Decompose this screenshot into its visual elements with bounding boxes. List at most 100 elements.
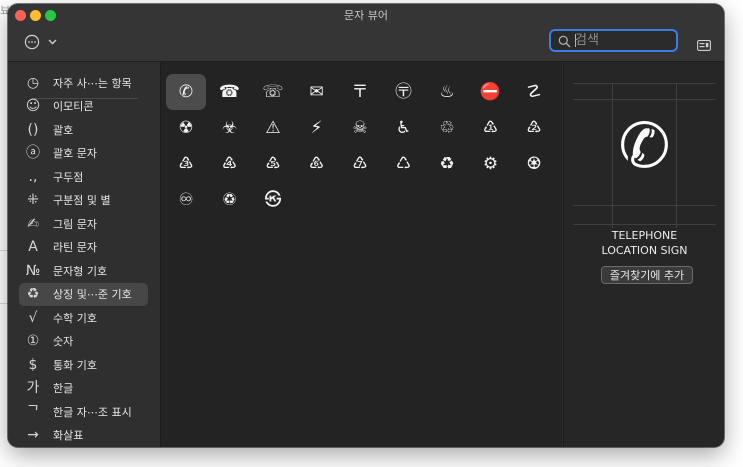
glyph-cell[interactable]: ♸: [297, 146, 337, 182]
glyph-cell[interactable]: ☣: [210, 110, 250, 146]
action-menu-button[interactable]: [24, 33, 57, 51]
glyph-cell[interactable]: 〒: [340, 74, 380, 110]
glyph-cell[interactable]: ♳: [471, 110, 511, 146]
sidebar-item-label: 숫자: [53, 335, 74, 348]
glyph-cell[interactable]: ♴: [514, 110, 554, 146]
sidebar-item[interactable]: ⓐ 괄호 문자: [19, 142, 148, 165]
glyph-cell[interactable]: ♹: [340, 146, 380, 182]
keyboard-list-icon: [697, 40, 711, 51]
writing-hand-icon: ✍: [27, 215, 39, 232]
sidebar-item[interactable]: ., 구두점: [19, 165, 148, 188]
glyph-guide-line: [573, 83, 716, 84]
character-name-line: LOCATION SIGN: [601, 244, 688, 257]
smiley-icon: ☺: [25, 98, 41, 114]
sidebar-item-label: 화살표: [53, 429, 84, 442]
arrow-right-icon: →: [27, 427, 39, 443]
glyph-cell[interactable]: ♼: [514, 146, 554, 182]
search-field[interactable]: [549, 29, 678, 52]
sidebar-item-label: 구두점: [53, 170, 84, 184]
sidebar-item[interactable]: ✍ 그림 문자: [19, 212, 148, 235]
character-grid: ✆ ☎ ☏ ✉ 〒〶 ♨ ⛔ ☡ ☢ ☣ ⚠ ⚡ ☠ ♿ ♲ ♳ ♴ ♵ ♶ ♷ ♸ ♹ ♺ ♻ ⚙ ♼ ♾ ♽ ㉿: [161, 62, 562, 447]
punctuation-icon: .,: [28, 168, 38, 185]
sidebar-item-label: 문자형 기호: [53, 264, 108, 278]
add-to-favorites-button[interactable]: 즐겨찾기에 추가: [601, 266, 693, 284]
glyph-cell[interactable]: ♨: [427, 74, 467, 110]
sidebar-item-label: 자주 사⋯는 항목: [53, 76, 132, 90]
glyph-cell[interactable]: ♿: [384, 110, 424, 146]
sidebar-item-label: 통화 기호: [53, 358, 97, 372]
sidebar-item-label: 상징 및⋯준 기호: [53, 288, 132, 301]
sidebar-item[interactable]: ⁜ 구분점 및 별: [19, 189, 148, 212]
character-preview: ✆: [618, 109, 671, 182]
glyph-cell[interactable]: ♺: [384, 146, 424, 182]
sidebar-item[interactable]: ☺ 이모티콘: [19, 95, 148, 118]
glyph-cell[interactable]: ♾: [166, 182, 206, 218]
asterism-icon: ⁜: [27, 192, 39, 208]
glyph-cell[interactable]: ⚡: [297, 110, 337, 146]
sidebar-item-label: 수학 기호: [53, 311, 97, 325]
sidebar-item-label: 구분점 및 별: [53, 194, 111, 207]
magnifier-icon: [558, 35, 571, 48]
character-viewer-window: 문자 뷰어 검색 ◷ 자주 사⋯는 항목 ☺ 이모티콘 () 괄호 ⓐ 괄호 문…: [8, 4, 724, 447]
glyph-cell[interactable]: ☡: [514, 74, 554, 110]
glyph-cell[interactable]: ♶: [210, 146, 250, 182]
glyph-cell[interactable]: ♲: [427, 110, 467, 146]
glyph-cell[interactable]: ♻: [427, 146, 467, 182]
ellipsis-circle-icon: [24, 34, 40, 50]
glyph-cell[interactable]: ♵: [166, 146, 206, 182]
sidebar-item[interactable]: () 괄호: [19, 118, 148, 141]
character-name-line: TELEPHONE: [611, 229, 678, 242]
background-divider: [0, 303, 8, 304]
sidebar-item[interactable]: 가 한글: [19, 377, 148, 400]
sidebar-item-label: 괄호 문자: [53, 147, 97, 160]
sidebar-item-label: 한글 자⋯조 표시: [53, 405, 132, 419]
clock-icon: ◷: [26, 74, 40, 91]
recycle-icon: ♻: [26, 286, 40, 302]
glyph-cell[interactable]: ✆: [166, 74, 206, 110]
character-inspector: ✆ TELEPHONE LOCATION SIGN 즐겨찾기에 추가: [563, 62, 724, 447]
sidebar-item[interactable]: $ 통화 기호: [19, 353, 148, 376]
glyph-cell[interactable]: ☎: [210, 74, 250, 110]
parentheses-icon: (): [27, 121, 39, 138]
glyph-cell[interactable]: ✉: [297, 74, 337, 110]
sidebar-item[interactable]: √ 수학 기호: [19, 306, 148, 329]
glyph-guide-line: [573, 99, 716, 100]
glyph-cell[interactable]: ㉿: [253, 182, 293, 218]
glyph-cell[interactable]: ♽: [210, 182, 250, 218]
glyph-cell[interactable]: ⚙: [471, 146, 511, 182]
sidebar-item[interactable]: A 라틴 문자: [19, 236, 148, 259]
sidebar-item-label: 라틴 문자: [53, 241, 97, 254]
glyph-cell[interactable]: ☢: [166, 110, 206, 146]
sidebar-item[interactable]: № 문자형 기호: [19, 259, 148, 282]
latin-a-icon: A: [28, 239, 38, 255]
sidebar-item-label: 이모티콘: [53, 100, 94, 113]
glyph-cell[interactable]: ☏: [253, 74, 293, 110]
sidebar-item[interactable]: ♻ 상징 및⋯준 기호: [19, 282, 148, 306]
sidebar-item[interactable]: ◷ 자주 사⋯는 항목: [19, 71, 148, 94]
background-divider: [0, 250, 8, 251]
glyph-cell[interactable]: 〶: [384, 74, 424, 110]
glyph-cell[interactable]: ⚠: [253, 110, 293, 146]
sidebar-item-label: 괄호: [53, 123, 74, 137]
search-input[interactable]: [575, 31, 675, 50]
square-root-icon: √: [28, 309, 38, 326]
hangul-ga-icon: 가: [26, 380, 40, 396]
sidebar-item-label: 한글: [53, 382, 74, 395]
hangul-jamo-icon: ᄀ: [26, 403, 40, 420]
glyph-guide-line: [573, 205, 716, 206]
glyph-cell[interactable]: ☠: [340, 110, 380, 146]
glyph-cell[interactable]: ♷: [253, 146, 293, 182]
keyboard-list-button[interactable]: [697, 36, 711, 55]
toolbar: 문자 뷰어: [8, 4, 724, 62]
sidebar-item[interactable]: ᄀ 한글 자⋯조 표시: [19, 400, 148, 423]
circled-a-icon: ⓐ: [26, 145, 40, 161]
glyph-cell[interactable]: ⛔: [471, 74, 511, 110]
numero-icon: №: [25, 262, 41, 279]
circled-one-icon: ①: [26, 333, 40, 349]
glyph-guide-line: [573, 224, 716, 225]
sidebar-item[interactable]: → 화살표: [19, 424, 148, 447]
category-sidebar: ◷ 자주 사⋯는 항목 ☺ 이모티콘 () 괄호 ⓐ 괄호 문자., 구두점 ⁜ 구분점 및 별 ✍ 그…: [8, 62, 161, 447]
chevron-down-icon: [48, 39, 57, 45]
dollar-icon: $: [28, 356, 38, 373]
sidebar-item[interactable]: ① 숫자: [19, 330, 148, 353]
